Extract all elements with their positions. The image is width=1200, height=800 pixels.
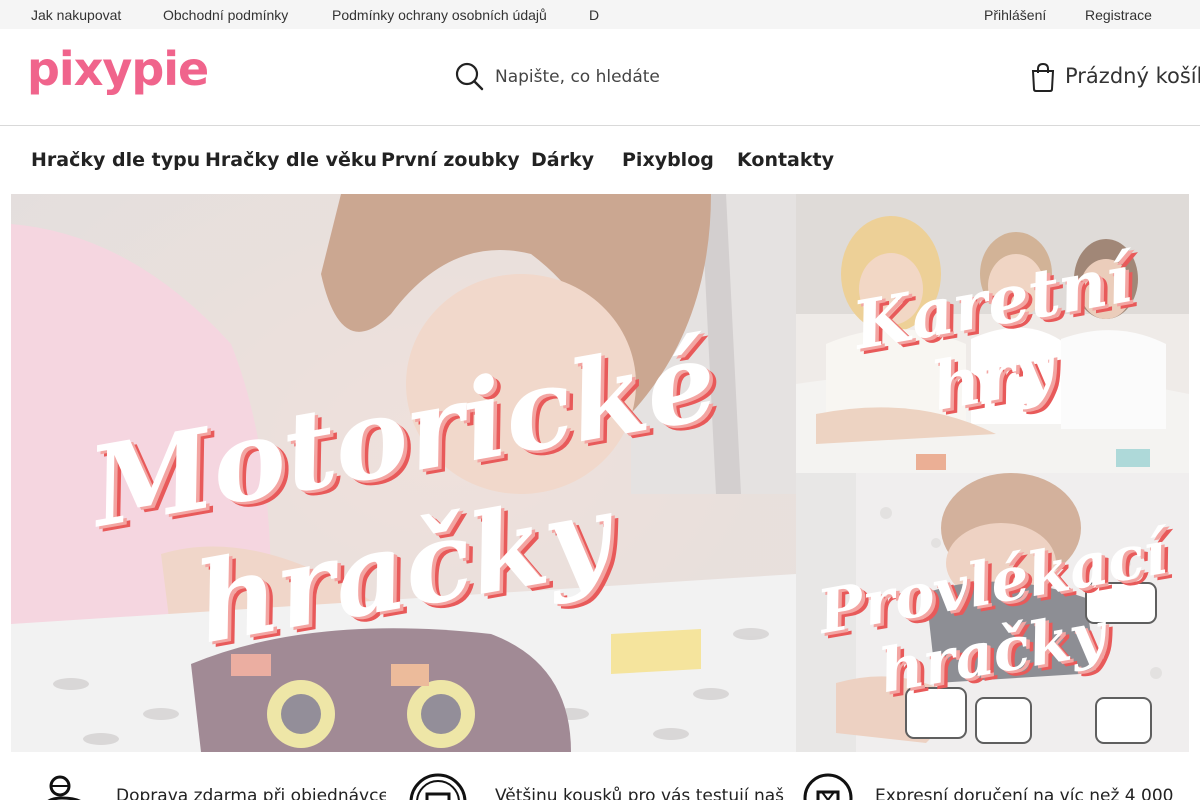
cart-button[interactable]: Prázdný košík (1030, 62, 1200, 94)
link-privacy[interactable]: Podmínky ochrany osobních údajů (332, 7, 547, 23)
top-utility-bar: Jak nakupovat Obchodní podmínky Podmínky… (0, 0, 1200, 29)
link-terms[interactable]: Obchodní podmínky (163, 7, 288, 23)
search-input[interactable] (495, 64, 835, 90)
benefit-express: Expresní doručení na víc než 4 000 (875, 786, 1174, 800)
benefits-row: Doprava zdarma při objednávce nad 1 Větš… (0, 752, 1200, 800)
express-delivery-icon (803, 773, 853, 800)
nav-item-toys-by-age[interactable]: Hračky dle věku (205, 149, 377, 171)
nav-item-toys-by-type[interactable]: Hračky dle typu (31, 149, 200, 171)
link-how-to-shop[interactable]: Jak nakupovat (31, 7, 121, 23)
banner-motor-toys[interactable]: Motorické hračky (11, 194, 796, 752)
banner-lacing-toys[interactable]: Provlékací hračky (796, 473, 1189, 752)
login-link[interactable]: Přihlášení (984, 7, 1046, 23)
banner-card-games[interactable]: Karetní hry (796, 194, 1189, 473)
main-navigation: Hračky dle typu Hračky dle věku První zo… (0, 126, 1200, 194)
cart-label: Prázdný košík (1065, 64, 1200, 88)
register-link[interactable]: Registrace (1085, 7, 1152, 23)
logo[interactable]: pixypie (27, 43, 207, 105)
nav-item-contacts[interactable]: Kontakty (737, 149, 834, 171)
benefit-tested: Většinu kousků pro vás testují naši Fili… (495, 786, 785, 800)
site-header: pixypie Prázdný košík (0, 29, 1200, 126)
search-icon[interactable] (455, 62, 485, 92)
search-bar (455, 62, 855, 92)
tested-icon (409, 773, 467, 800)
nav-item-gifts[interactable]: Dárky (531, 149, 594, 171)
nav-item-first-teeth[interactable]: První zoubky (381, 149, 520, 171)
shopping-bag-icon (1031, 62, 1055, 92)
piggy-bank-icon (47, 775, 81, 800)
logo-text: pixypie (27, 43, 207, 96)
nav-item-pixyblog[interactable]: Pixyblog (622, 149, 714, 171)
link-truncated[interactable]: D (589, 7, 599, 23)
benefit-free-shipping: Doprava zdarma při objednávce nad 1 (116, 786, 386, 800)
pixypie-logo: pixypie (27, 43, 207, 96)
